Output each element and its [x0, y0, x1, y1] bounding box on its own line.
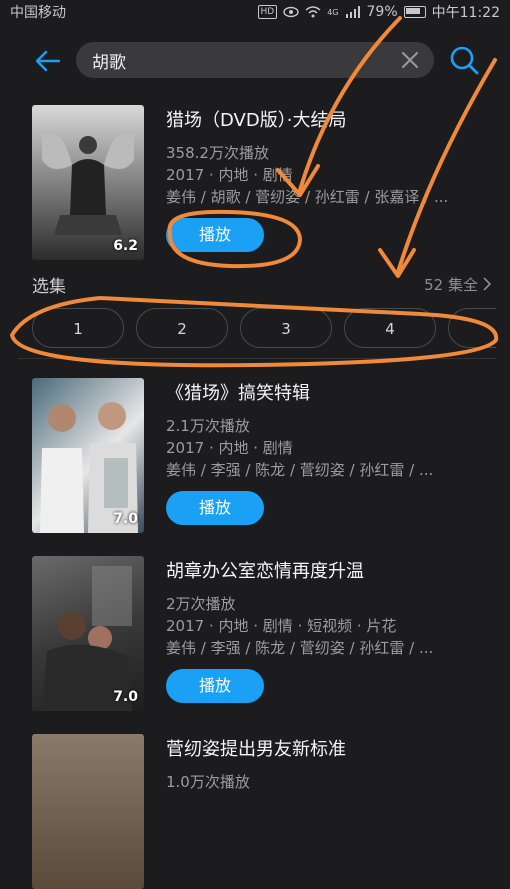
search-input[interactable]: 胡歌	[76, 42, 434, 78]
year-region-genre: 2017 · 内地 · 剧情 · 短视频 · 片花	[166, 617, 397, 635]
search-icon[interactable]	[448, 44, 480, 76]
back-arrow-icon[interactable]	[33, 46, 63, 76]
card-info: 菅纫姿提出男友新标准 1.0万次播放	[166, 735, 496, 793]
play-button[interactable]: 播放	[166, 491, 264, 525]
play-count: 1.0万次播放	[166, 773, 250, 791]
year-region-genre: 2017 · 内地 · 剧情	[166, 439, 293, 457]
search-query: 胡歌	[92, 52, 126, 73]
play-count: 2万次播放	[166, 595, 236, 613]
result-card-3[interactable]: 7.0 胡章办公室恋情再度升温 2万次播放 2017 · 内地 · 剧情 · 短…	[18, 551, 496, 729]
poster-image[interactable]: 7.0	[32, 378, 144, 533]
divider	[18, 358, 496, 359]
cast-list: 姜伟 / 李强 / 陈龙 / 菅纫姿 / 孙红雷 / ...	[166, 461, 434, 479]
result-card-4[interactable]: 菅纫姿提出男友新标准 1.0万次播放	[18, 729, 496, 889]
carrier-label: 中国移动	[10, 5, 66, 21]
wifi-icon	[305, 6, 321, 18]
card-info: 胡章办公室恋情再度升温 2万次播放 2017 · 内地 · 剧情 · 短视频 ·…	[166, 557, 496, 703]
play-button[interactable]: 播放	[166, 669, 264, 703]
chevron-right-icon	[483, 277, 492, 291]
clear-icon[interactable]	[400, 50, 420, 70]
card-info: 猎场（DVD版）·大结局 358.2万次播放 2017 · 内地 · 剧情 姜伟…	[166, 106, 496, 252]
search-header: 胡歌	[0, 36, 510, 86]
cast-list: 姜伟 / 胡歌 / 菅纫姿 / 孙红雷 / 张嘉译 / ...	[166, 188, 449, 206]
poster-art	[40, 402, 138, 533]
poster-image[interactable]	[32, 734, 144, 889]
episode-total: 52 集全	[424, 275, 478, 294]
result-title[interactable]: 胡章办公室恋情再度升温	[166, 557, 496, 583]
result-card-1[interactable]: 6.2 猎场（DVD版）·大结局 358.2万次播放 2017 · 内地 · 剧…	[18, 100, 496, 270]
cast-list: 姜伟 / 李强 / 陈龙 / 菅纫姿 / 孙红雷 / ...	[166, 639, 434, 657]
card-info: 《猎场》搞笑特辑 2.1万次播放 2017 · 内地 · 剧情 姜伟 / 李强 …	[166, 379, 496, 525]
episode-button-2[interactable]: 2	[136, 308, 228, 348]
rating-badge: 6.2	[113, 238, 138, 254]
episode-button-3[interactable]: 3	[240, 308, 332, 348]
results-list: 6.2 猎场（DVD版）·大结局 358.2万次播放 2017 · 内地 · 剧…	[18, 100, 496, 889]
episode-button-4[interactable]: 4	[344, 308, 436, 348]
result-title[interactable]: 菅纫姿提出男友新标准	[166, 735, 496, 761]
battery-icon	[403, 6, 426, 18]
result-card-2[interactable]: 7.0 《猎场》搞笑特辑 2.1万次播放 2017 · 内地 · 剧情 姜伟 /…	[18, 373, 496, 551]
clock: 中午11:22	[431, 5, 500, 21]
eye-icon	[283, 6, 299, 18]
episodes-header: 选集 52 集全	[18, 270, 496, 298]
play-count: 358.2万次播放	[166, 144, 269, 162]
rating-badge: 7.0	[113, 689, 138, 705]
play-button[interactable]: 播放	[166, 218, 264, 252]
status-icons: HD 4G 79% 中午11:22	[257, 2, 500, 22]
poster-image[interactable]: 6.2	[32, 105, 144, 260]
hd-icon: HD	[257, 5, 278, 19]
result-title[interactable]: 《猎场》搞笑特辑	[166, 379, 496, 405]
year-region-genre: 2017 · 内地 · 剧情	[166, 166, 293, 184]
poster-art	[42, 566, 132, 711]
play-count: 2.1万次播放	[166, 417, 250, 435]
all-episodes-link[interactable]: 52 集全	[424, 274, 492, 295]
episode-button-1[interactable]: 1	[32, 308, 124, 348]
episode-selector: 1 2 3 4	[18, 304, 496, 354]
network-type: 4G	[327, 7, 339, 17]
episode-button-more[interactable]	[448, 308, 496, 348]
poster-image[interactable]: 7.0	[32, 556, 144, 711]
rating-badge: 7.0	[113, 511, 138, 527]
episodes-label: 选集	[32, 276, 66, 297]
poster-art	[42, 133, 134, 235]
signal-icon	[345, 6, 360, 18]
result-title[interactable]: 猎场（DVD版）·大结局	[166, 106, 496, 132]
status-bar: 中国移动 HD 4G 79% 中午11:22	[0, 0, 510, 24]
battery-percent: 79%	[366, 4, 398, 20]
